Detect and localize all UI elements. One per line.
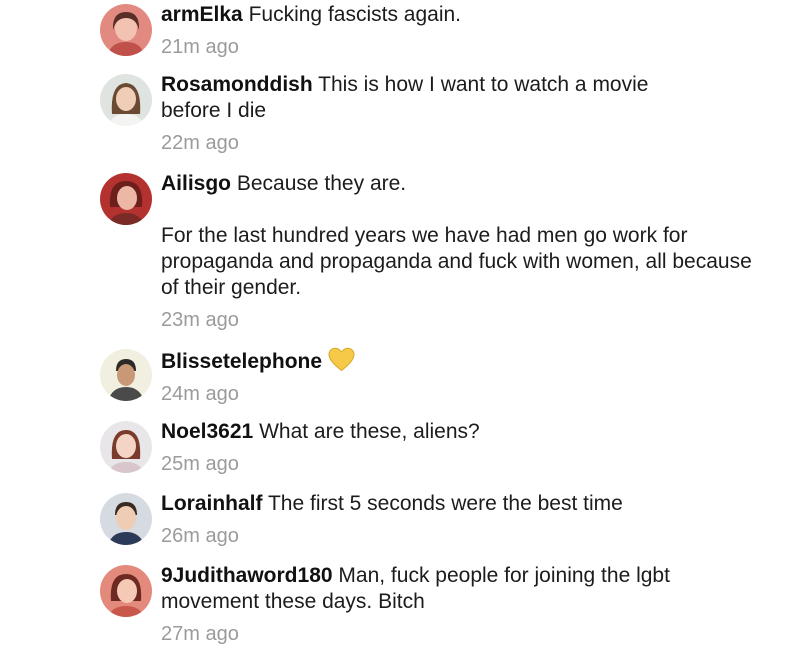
comment-timestamp: 26m ago [161,525,239,547]
comment-timestamp: 24m ago [161,383,239,405]
comment-message: The first 5 seconds were the best time [267,492,623,515]
comment-body: Rosamonddish This is how I want to watch… [161,72,761,155]
comment-timestamp: 21m ago [161,36,239,58]
comment-body: 9Judithaword180 Man, fuck people for joi… [161,563,761,646]
yellow-heart-icon [328,347,355,372]
comment-message: Because they are. For the last hundred y… [161,172,752,299]
comment-body: Ailisgo Because they are. For the last h… [161,171,761,332]
avatar[interactable] [100,4,152,56]
comment-username[interactable]: Noel3621 [161,420,253,443]
avatar[interactable] [100,349,152,401]
comment-body: Blissetelephone 24m ago [161,347,761,406]
comment-username[interactable]: 9Judithaword180 [161,564,333,587]
comment-message: Fucking fascists again. [248,3,462,26]
comment-message: What are these, aliens? [259,420,480,443]
comment-username[interactable]: Blissetelephone [161,350,322,373]
comment-username[interactable]: armElka [161,3,243,26]
avatar[interactable] [100,173,152,225]
comment-timestamp: 22m ago [161,132,239,154]
comment-timestamp: 25m ago [161,453,239,475]
comment-body: Noel3621 What are these, aliens? 25m ago [161,419,761,476]
comment-body: armElka Fucking fascists again. 21m ago [161,2,761,59]
avatar[interactable] [100,493,152,545]
avatar[interactable] [100,421,152,473]
comment-body: Lorainhalf The first 5 seconds were the … [161,491,761,548]
comment-username[interactable]: Ailisgo [161,172,231,195]
comment-username[interactable]: Rosamonddish [161,73,313,96]
comment-username[interactable]: Lorainhalf [161,492,263,515]
avatar[interactable] [100,565,152,617]
comment-timestamp: 23m ago [161,309,239,331]
avatar[interactable] [100,74,152,126]
comment-timestamp: 27m ago [161,623,239,645]
